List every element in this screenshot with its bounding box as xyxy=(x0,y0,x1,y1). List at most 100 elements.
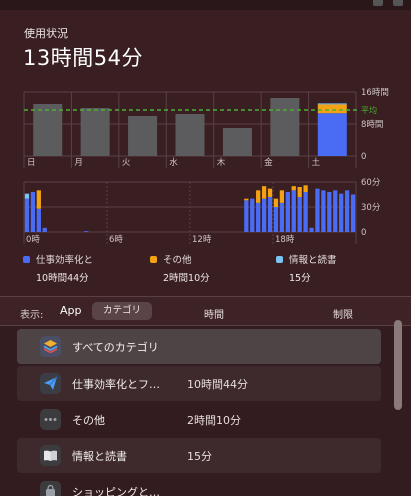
hourly-bar xyxy=(321,190,326,232)
hourly-bar xyxy=(350,194,356,232)
weekly-bar xyxy=(270,98,300,156)
weekly-day-label: 土 xyxy=(312,157,321,168)
hourly-bar xyxy=(273,198,279,207)
weekly-bar xyxy=(33,104,63,156)
hourly-bar xyxy=(84,231,89,232)
view-category-toggle[interactable]: カテゴリ xyxy=(92,302,152,320)
weekly-y-tick: 0 xyxy=(361,152,366,162)
hourly-x-tick: 6時 xyxy=(109,235,123,245)
category-list: すべてのカテゴリ 仕事効率化とフ… 10時間44分 その他 2時間10分 情報と… xyxy=(0,326,411,496)
weekly-bar xyxy=(222,128,252,156)
hourly-bar xyxy=(30,192,36,232)
weekly-day-label: 水 xyxy=(169,157,178,168)
average-label: 平均 xyxy=(361,105,377,115)
list-item-label: ショッピングと… xyxy=(72,486,160,496)
list-item-time: 10時間44分 xyxy=(187,378,248,391)
list-toolbar: 表示: App カテゴリ 時間 制限 xyxy=(0,296,411,326)
hourly-bar xyxy=(333,190,338,232)
ellipsis-icon xyxy=(40,409,61,430)
hourly-bar xyxy=(344,190,350,232)
hourly-bar xyxy=(291,190,296,232)
hourly-bar xyxy=(315,188,320,232)
weekly-y-tick: 8時間 xyxy=(361,120,383,130)
layers-icon xyxy=(40,336,61,357)
hourly-bar xyxy=(24,198,30,232)
hourly-bar xyxy=(327,192,332,232)
weekly-y-tick: 16時間 xyxy=(361,88,389,98)
hourly-bar xyxy=(303,185,308,192)
hourly-x-tick: 12時 xyxy=(192,235,212,245)
weekly-bar xyxy=(317,103,347,105)
hourly-bar xyxy=(297,197,302,232)
weekly-bar xyxy=(128,116,158,156)
hourly-bar xyxy=(261,186,267,199)
hourly-bar xyxy=(273,207,279,232)
legend-value: 10時間44分 xyxy=(36,273,89,284)
weekly-bar xyxy=(80,108,110,156)
legend-label: その他 xyxy=(163,255,192,266)
legend-label: 情報と読書 xyxy=(289,255,337,266)
hourly-bar xyxy=(279,202,285,232)
other-swatch-icon xyxy=(150,256,157,263)
weekly-day-label: 木 xyxy=(217,157,226,168)
list-item-time: 2時間10分 xyxy=(187,414,241,427)
hourly-y-tick: 30分 xyxy=(361,203,381,213)
hourly-x-tick: 0時 xyxy=(26,235,40,245)
weekly-bar xyxy=(175,114,205,156)
hourly-bar xyxy=(36,190,41,209)
list-item-label: 仕事効率化とフ… xyxy=(72,378,160,391)
weekly-day-label: 日 xyxy=(27,158,36,168)
show-label: 表示: xyxy=(20,310,44,321)
hourly-y-tick: 60分 xyxy=(361,178,381,188)
list-item-other[interactable]: その他 2時間10分 xyxy=(17,402,381,437)
weekly-day-label: 火 xyxy=(122,158,131,168)
hourly-bar xyxy=(339,193,344,232)
hourly-bar xyxy=(256,202,261,232)
bag-icon xyxy=(40,481,61,496)
hourly-bar xyxy=(24,193,30,199)
legend-item-productivity: 仕事効率化と 10時間44分 xyxy=(23,252,94,284)
hourly-bar xyxy=(303,192,308,232)
hourly-bar xyxy=(244,200,249,232)
hourly-x-tick: 18時 xyxy=(275,235,295,245)
weekly-day-label: 金 xyxy=(264,157,273,168)
hourly-bar xyxy=(261,198,267,232)
book-icon xyxy=(40,445,61,466)
hourly-bar xyxy=(250,198,255,232)
hourly-bar xyxy=(285,192,290,232)
productivity-swatch-icon xyxy=(23,256,30,263)
hourly-bar xyxy=(267,197,273,232)
paper-plane-icon xyxy=(40,373,61,394)
hourly-y-tick: 0 xyxy=(361,228,366,238)
limit-column-header[interactable]: 制限 xyxy=(333,306,353,321)
legend-item-info: 情報と読書 15分 xyxy=(276,252,337,284)
weekly-day-label: 月 xyxy=(74,158,83,168)
hourly-bar xyxy=(291,186,296,191)
list-item-label: 情報と読書 xyxy=(72,450,127,463)
hourly-bar xyxy=(297,187,302,197)
view-app-toggle[interactable]: App xyxy=(60,304,82,317)
list-scrollbar[interactable] xyxy=(394,320,402,410)
hourly-bar xyxy=(244,198,249,201)
list-item-label: その他 xyxy=(72,414,105,427)
list-item-all-categories[interactable]: すべてのカテゴリ xyxy=(17,329,381,364)
legend-label: 仕事効率化と xyxy=(36,255,94,266)
hourly-bar xyxy=(256,190,261,203)
list-item-shopping[interactable]: ショッピングと… xyxy=(17,474,381,496)
legend-value: 2時間10分 xyxy=(163,273,210,284)
weekly-bar xyxy=(317,113,347,156)
list-item-productivity[interactable]: 仕事効率化とフ… 10時間44分 xyxy=(17,366,381,401)
hourly-bar xyxy=(309,227,314,232)
weekly-bar xyxy=(317,104,347,114)
list-item-time: 15分 xyxy=(187,450,212,463)
legend-item-other: その他 2時間10分 xyxy=(150,252,210,284)
hourly-bar xyxy=(267,188,273,197)
list-item-info-reading[interactable]: 情報と読書 15分 xyxy=(17,438,381,473)
list-item-label: すべてのカテゴリ xyxy=(72,341,159,354)
screen-time-window: 使用状況 13時間54分 日月火水木金土平均 16時間 8時間 0 0時 6時 12時 18時… xyxy=(0,0,411,496)
hourly-bar xyxy=(279,190,285,203)
hourly-bar xyxy=(42,227,47,232)
time-column-header[interactable]: 時間 xyxy=(204,306,224,321)
info-swatch-icon xyxy=(276,256,283,263)
legend-value: 15分 xyxy=(289,273,311,284)
